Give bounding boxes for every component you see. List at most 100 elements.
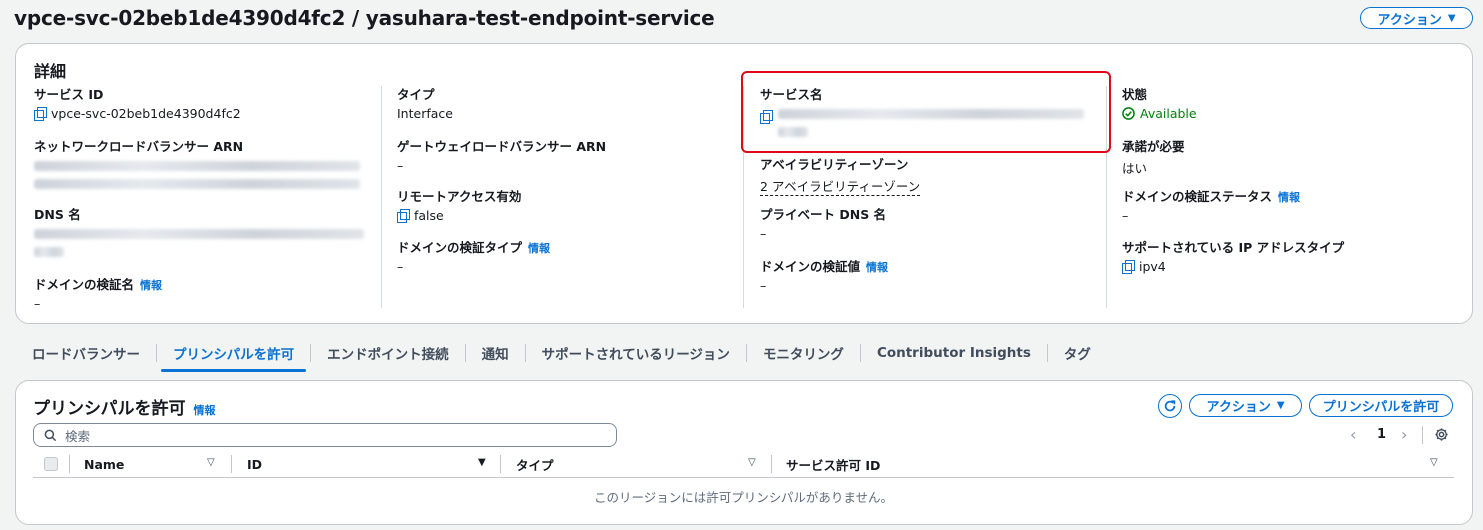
copy-icon[interactable] (760, 110, 773, 124)
chevron-right-icon[interactable]: › (1401, 425, 1407, 444)
column-separator (500, 455, 501, 473)
sort-icon[interactable]: ▽ (207, 457, 215, 468)
service-id-label: サービス ID (34, 87, 104, 102)
empty-state-text: このリージョンには許可プリンシパルがありません。 (593, 490, 893, 505)
domain-value-label: ドメインの検証値 (760, 259, 861, 274)
dns-name-label: DNS 名 (34, 207, 81, 222)
state-label: 状態 (1122, 87, 1148, 102)
column-header-name[interactable]: Name (84, 453, 124, 475)
principals-actions-label: アクション (1206, 400, 1271, 415)
remote-access-label: リモートアクセス有効 (397, 189, 522, 204)
column-header-type[interactable]: タイプ (516, 453, 554, 475)
domain-type-field: ドメインの検証タイプ 情報 – (397, 237, 732, 274)
table-header-divider (33, 477, 1454, 478)
nlb-arn-field: ネットワークロードバランサー ARN (34, 136, 369, 189)
sort-icon[interactable]: ▽ (748, 457, 756, 468)
settings-icon (1435, 428, 1448, 441)
domain-value-value: – (760, 278, 767, 293)
domain-status-field: ドメインの検証ステータス 情報 – (1122, 186, 1462, 223)
caret-down-icon: ▼ (1447, 12, 1456, 24)
az-field: アベイラビリティーゾーン 2 アベイラビリティーゾーン (760, 154, 1095, 196)
refresh-button[interactable] (1158, 394, 1182, 418)
service-name-field: サービス名 (760, 84, 1095, 137)
nlb-arn-label: ネットワークロードバランサー ARN (34, 139, 244, 154)
acceptance-value: はい (1122, 161, 1148, 176)
column-divider (381, 86, 382, 308)
principals-header: プリンシパルを許可 情報 (33, 394, 216, 419)
dns-name-field: DNS 名 (34, 204, 369, 257)
details-column-3: サービス名 アベイラビリティーゾーン 2 アベイラビリティーゾーン プライベート… (760, 84, 1095, 312)
column-header-permission-id[interactable]: サービス許可 ID (786, 453, 880, 475)
type-value: Interface (397, 106, 453, 121)
principals-title: プリンシパルを許可 (33, 399, 186, 419)
domain-name-value: – (34, 296, 41, 311)
info-link[interactable]: 情報 (528, 242, 550, 255)
page-number[interactable]: 1 (1377, 427, 1386, 442)
details-column-4: 状態 Available 承諾が必要 はい ドメインの検証ステータス 情報 – サ… (1122, 84, 1462, 312)
gwlb-arn-label: ゲートウェイロードバランサー ARN (397, 139, 607, 154)
state-value: Available (1140, 106, 1197, 121)
copy-icon[interactable] (34, 107, 47, 121)
acceptance-field: 承諾が必要 はい (1122, 136, 1462, 177)
copy-icon[interactable] (397, 209, 410, 223)
domain-name-label: ドメインの検証名 (34, 277, 135, 292)
tab-contributor-insights[interactable]: Contributor Insights (861, 336, 1047, 370)
info-link[interactable]: 情報 (1278, 191, 1300, 204)
page-title: vpce-svc-02beb1de4390d4fc2 / yasuhara-te… (14, 6, 715, 30)
tab-bar: ロードバランサー プリンシパルを許可 エンドポイント接続 通知 サポートされてい… (16, 336, 1107, 372)
tab-monitoring[interactable]: モニタリング (747, 336, 860, 370)
tab-supported-regions[interactable]: サポートされているリージョン (526, 336, 746, 370)
search-input[interactable]: 検索 (33, 423, 617, 447)
domain-status-label: ドメインの検証ステータス (1122, 189, 1273, 204)
state-field: 状態 Available (1122, 84, 1462, 121)
chevron-left-icon[interactable]: ‹ (1350, 425, 1356, 444)
type-field: タイプ Interface (397, 84, 732, 121)
header-actions-label: アクション (1377, 12, 1442, 28)
principals-actions-button[interactable]: アクション ▼ (1189, 394, 1302, 417)
sort-icon[interactable]: ▼ (478, 457, 486, 468)
domain-type-label: ドメインの検証タイプ (397, 240, 523, 255)
domain-type-value: – (397, 259, 404, 274)
gwlb-arn-value: – (397, 158, 404, 173)
domain-name-field: ドメインの検証名 情報 – (34, 274, 369, 311)
column-header-id[interactable]: ID (247, 453, 262, 475)
tab-tags[interactable]: タグ (1048, 336, 1107, 370)
ip-type-value: ipv4 (1139, 259, 1166, 274)
sort-icon[interactable]: ▽ (1430, 457, 1438, 468)
acceptance-label: 承諾が必要 (1122, 139, 1185, 154)
domain-value-field: ドメインの検証値 情報 – (760, 256, 1095, 293)
dns-name-redacted (34, 229, 369, 257)
az-label: アベイラビリティーゾーン (760, 157, 909, 172)
caret-down-icon: ▼ (1276, 400, 1285, 411)
type-label: タイプ (397, 87, 435, 102)
nlb-arn-redacted (34, 161, 369, 189)
private-dns-field: プライベート DNS 名 – (760, 204, 1095, 241)
remote-access-value: false (414, 208, 444, 223)
info-link[interactable]: 情報 (140, 279, 162, 292)
details-title: 詳細 (34, 62, 67, 81)
gwlb-arn-field: ゲートウェイロードバランサー ARN – (397, 136, 732, 173)
refresh-icon (1164, 400, 1176, 412)
column-separator (231, 455, 232, 473)
service-id-field: サービス ID vpce-svc-02beb1de4390d4fc2 (34, 84, 369, 121)
settings-button[interactable] (1434, 427, 1449, 446)
select-all-checkbox[interactable] (44, 457, 58, 471)
az-link[interactable]: 2 アベイラビリティーゾーン (760, 176, 921, 196)
tab-notifications[interactable]: 通知 (466, 336, 525, 370)
search-icon (44, 429, 57, 441)
header-actions-button[interactable]: アクション ▼ (1360, 7, 1473, 29)
tab-allow-principals[interactable]: プリンシパルを許可 (157, 336, 310, 372)
allow-principals-button[interactable]: プリンシパルを許可 (1309, 394, 1453, 417)
ip-type-field: サポートされている IP アドレスタイプ ipv4 (1122, 237, 1462, 274)
tab-load-balancers[interactable]: ロードバランサー (16, 336, 156, 370)
search-placeholder: 検索 (65, 428, 91, 444)
copy-icon[interactable] (1122, 260, 1135, 274)
service-name-label: サービス名 (760, 87, 823, 102)
private-dns-value: – (760, 226, 767, 241)
info-link[interactable]: 情報 (866, 261, 888, 274)
service-name-redacted (760, 109, 1095, 137)
info-link[interactable]: 情報 (194, 402, 216, 418)
tab-endpoint-connections[interactable]: エンドポイント接続 (311, 336, 465, 370)
details-column-1: サービス ID vpce-svc-02beb1de4390d4fc2 ネットワー… (34, 84, 369, 312)
pagination-divider (1422, 426, 1423, 444)
